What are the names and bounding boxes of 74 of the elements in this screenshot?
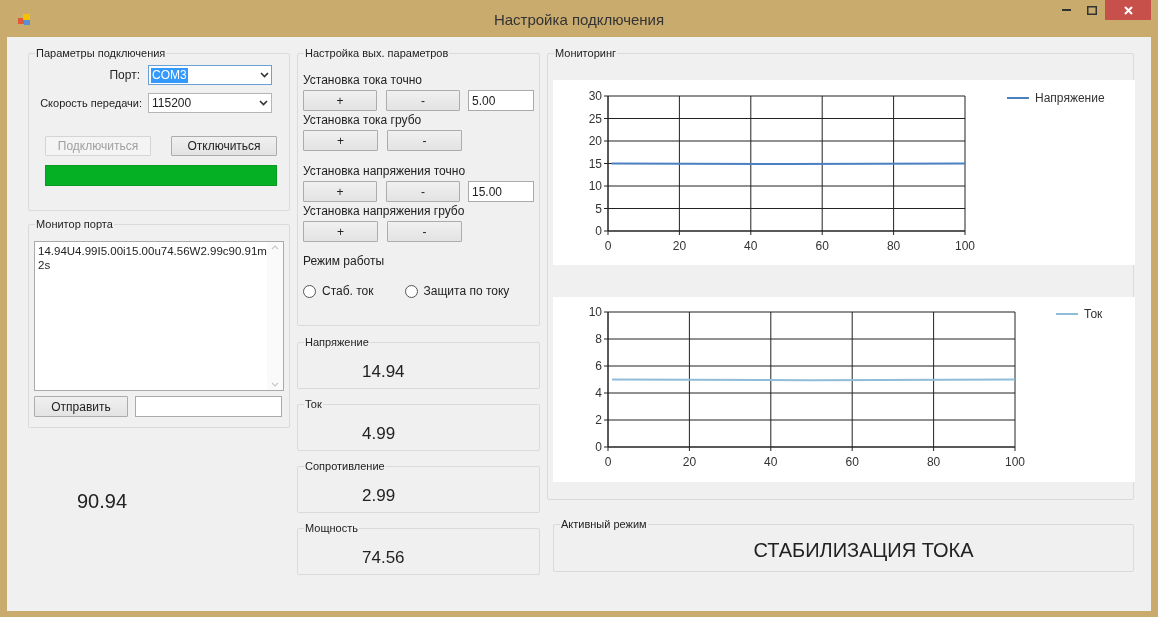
minimize-icon: [1061, 9, 1071, 11]
message-input[interactable]: [135, 396, 282, 417]
axis-tick-label: 10: [588, 305, 602, 319]
legend-label: Ток: [1084, 307, 1103, 321]
field-label: Скорость передачи:: [39, 95, 143, 111]
reading-value: 2.99: [362, 486, 396, 506]
value-label: 90.94: [77, 490, 128, 512]
button[interactable]: +: [303, 130, 378, 151]
group-title: Монитор порта: [35, 217, 114, 231]
axis-tick-label: 30: [588, 89, 602, 103]
axis-tick-label: 100: [1005, 455, 1025, 469]
group-title: Активный режим: [560, 517, 648, 531]
legend-label: Напряжение: [1035, 91, 1105, 105]
axis-tick-label: 0: [595, 224, 602, 238]
button[interactable]: +: [303, 181, 377, 202]
axis-tick-label: 20: [588, 134, 602, 148]
axis-tick-label: 10: [588, 179, 602, 193]
axis-tick-label: 6: [595, 359, 602, 373]
window-title: Настройка подключения: [493, 10, 665, 31]
axis-tick-label: 20: [672, 239, 687, 253]
axis-tick-label: 60: [845, 455, 859, 469]
axis-tick-label: 80: [926, 455, 941, 469]
close-icon: [1123, 5, 1133, 15]
maximize-icon: [1087, 5, 1097, 15]
value-input[interactable]: 5.00: [468, 90, 534, 111]
group-title: Ток: [304, 397, 323, 411]
axis-tick-label: 0: [604, 455, 612, 469]
value-input[interactable]: 15.00: [468, 181, 534, 202]
radio-button[interactable]: Стаб. ток: [303, 282, 374, 300]
close-button[interactable]: [1105, 0, 1151, 20]
button[interactable]: +: [303, 221, 378, 242]
setting-label: Установка напряжения грубо: [303, 204, 465, 218]
group-title: Напряжение: [304, 335, 370, 349]
field-label: Порт:: [108, 67, 141, 84]
button[interactable]: -: [387, 130, 462, 151]
axis-tick-label: 0: [604, 239, 612, 253]
axis-tick-label: 2: [595, 413, 602, 427]
group-title: Мощность: [304, 521, 359, 535]
mode-value: СТАБИЛИЗАЦИЯ ТОКА: [752, 537, 974, 563]
axis-tick-label: 40: [744, 239, 758, 253]
app-icon: [18, 14, 30, 26]
button[interactable]: Отключиться: [171, 136, 277, 156]
setting-label: Установка тока грубо: [303, 113, 422, 127]
axis-tick-label: 20: [682, 455, 697, 469]
axis-tick-label: 4: [595, 386, 602, 400]
chevron-down-icon: [260, 72, 269, 78]
reading-value: 4.99: [362, 424, 396, 444]
group-title: Настройка вых. параметров: [304, 46, 450, 60]
axis-tick-label: 25: [588, 111, 602, 126]
axis-tick-label: 40: [764, 455, 778, 469]
chevron-down-icon: [259, 100, 268, 106]
reading-value: 14.94: [362, 362, 405, 382]
button[interactable]: Отправить: [34, 396, 128, 417]
setting-label: Установка напряжения точно: [303, 164, 466, 178]
radio-button[interactable]: Защита по току: [404, 282, 510, 300]
setting-label: Установка тока точно: [303, 73, 422, 87]
axis-tick-label: 80: [886, 239, 901, 253]
group-title: Сопротивление: [304, 459, 386, 473]
axis-tick-label: 100: [955, 239, 975, 253]
axis-tick-label: 60: [815, 239, 829, 253]
speed-dropdown[interactable]: 115200: [148, 93, 272, 113]
button[interactable]: -: [386, 181, 460, 202]
reading-value: 74.56: [362, 548, 405, 568]
axis-tick-label: 5: [595, 201, 602, 216]
log-text: 14.94U4.99I5.00i15.00u74.56W2.99c90.91m2s: [37, 244, 267, 273]
button[interactable]: +: [303, 90, 377, 111]
axis-tick-label: 15: [588, 156, 602, 171]
group-title: Мониторинг: [554, 46, 617, 60]
axis-tick-label: 8: [595, 332, 602, 346]
button[interactable]: -: [386, 90, 460, 111]
button[interactable]: -: [387, 221, 462, 242]
axis-tick-label: 0: [595, 440, 602, 454]
section-label: Режим работы: [303, 254, 385, 268]
group-title: Параметры подключения: [35, 46, 167, 60]
